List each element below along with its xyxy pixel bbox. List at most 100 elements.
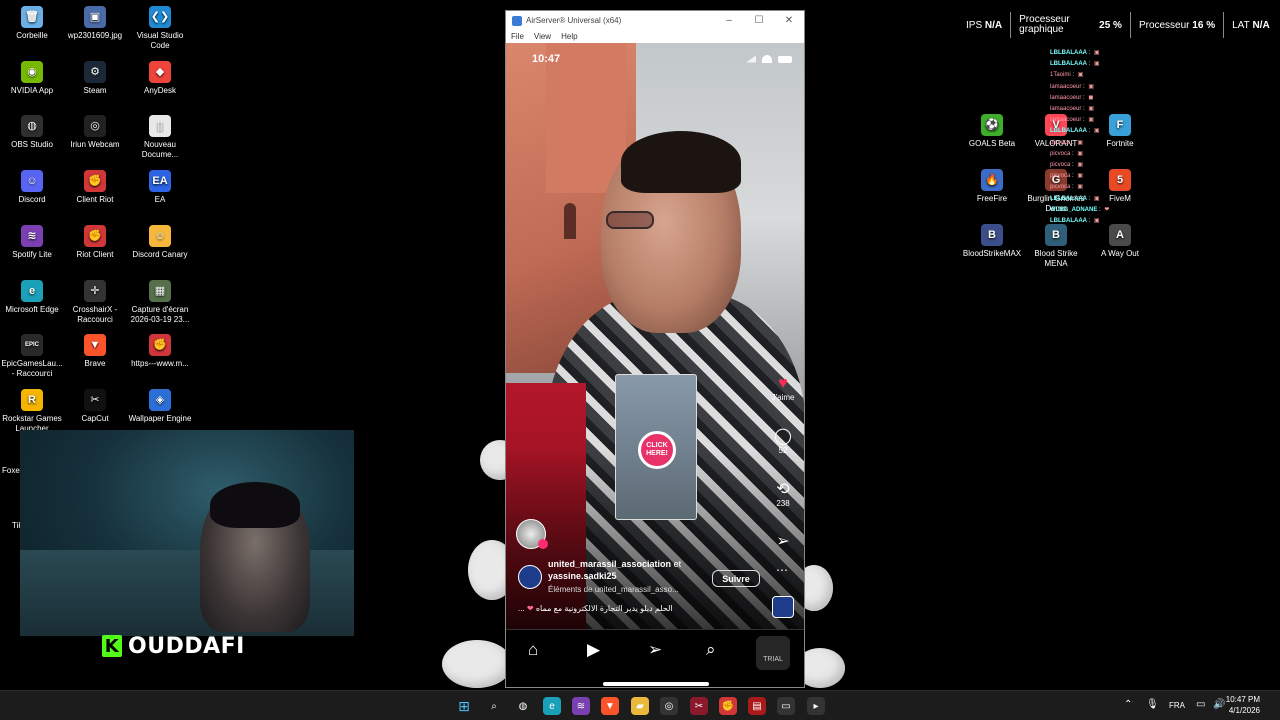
maximize-button[interactable]: ☐: [744, 15, 774, 26]
screenshot-file-icon: ▦: [149, 279, 171, 302]
chat-emote-icon: ▣: [1077, 72, 1084, 79]
menu-view[interactable]: View: [534, 32, 551, 41]
desktop-icon[interactable]: ❮❯ Visual Studio Code: [128, 6, 192, 51]
desktop-icon-label: Spotify Lite: [12, 249, 52, 259]
audio-thumbnail[interactable]: [772, 596, 794, 618]
capcut-icon[interactable]: ✂: [690, 697, 708, 715]
desktop-icon[interactable]: ☺ Discord Canary: [128, 224, 192, 260]
desktop-icon[interactable]: B Blood Strike MENA: [1024, 224, 1088, 269]
network-icon[interactable]: ▭: [1196, 699, 1205, 710]
airserver-app-icon: [512, 15, 522, 26]
desktop-icon[interactable]: ✊ Riot Client: [63, 224, 127, 260]
desktop-icon[interactable]: ⚙ Steam: [63, 60, 127, 96]
desktop-icon[interactable]: B BloodStrikeMAX: [960, 224, 1024, 259]
desktop-icon[interactable]: 🔥 FreeFire: [960, 169, 1024, 204]
search-icon[interactable]: ⌕: [485, 697, 503, 715]
heart-icon[interactable]: ♥: [768, 375, 798, 393]
desktop-icon[interactable]: ✊ https---www.m...: [128, 334, 192, 369]
desktop-icon[interactable]: ▯ Nouveau Docume...: [128, 115, 192, 160]
desktop-icon[interactable]: ◉ NVIDIA App: [0, 60, 64, 96]
stream-chat-overlay: LBLBALAAA : ▣ LBLBALAAA : ▣ 1Taoimi : ▣ lam…: [1050, 48, 1140, 227]
reel-video[interactable]: [506, 43, 804, 629]
file-explorer-icon[interactable]: ▰: [631, 697, 649, 715]
home-icon[interactable]: ⌂: [528, 640, 538, 660]
desktop-icon[interactable]: ☺ Discord: [0, 170, 64, 205]
chat-emote-icon: ▣: [1094, 218, 1100, 225]
desktop-icon[interactable]: ✊ Client Riot: [63, 170, 127, 205]
reel-caption[interactable]: ... ❤ الحلم ديلو يدير التجارة الالكتروني…: [518, 604, 673, 613]
chat-message: LBLBALAAA : ▣: [1050, 128, 1100, 135]
repost-icon[interactable]: ⟲: [768, 481, 798, 499]
brave-icon: ▼: [84, 334, 106, 357]
share-action[interactable]: ➢: [768, 533, 798, 551]
desktop-icon[interactable]: ▼ Brave: [63, 334, 127, 369]
streamer-hair: [210, 482, 300, 528]
desktop-icon[interactable]: ✂ CapCut: [63, 388, 127, 424]
windows-start-icon[interactable]: ⊞: [455, 697, 473, 715]
chrome-icon[interactable]: ◎: [660, 697, 678, 715]
bloodstrike-mena-icon: B: [1045, 224, 1067, 246]
close-button[interactable]: ✕: [774, 15, 804, 26]
desktop: 🗑 Corbeille ▣ wp2301609.jpg ❮❯ Visual Studio …: [0, 0, 1280, 720]
author-username[interactable]: united_marassil_association: [548, 559, 671, 569]
desktop-icon-label: https---www.m...: [131, 359, 189, 369]
clock-date: 4/1/2026: [1228, 706, 1260, 715]
add-follow-icon[interactable]: [538, 539, 548, 549]
menu-file[interactable]: File: [511, 32, 524, 41]
desktop-icon[interactable]: ▣ wp2301609.jpg: [63, 6, 127, 41]
airserver-window[interactable]: AirServer® Universal (x64) – ☐ ✕ File Vi…: [505, 10, 805, 688]
desktop-icon[interactable]: EPIC EpicGamesLau... - Raccourci: [0, 334, 64, 379]
riot-icon: ✊: [84, 224, 106, 247]
send-icon[interactable]: ➢: [768, 533, 798, 551]
phone-clock: 10:47: [532, 53, 561, 65]
desktop-icon[interactable]: ◆ AnyDesk: [128, 60, 192, 96]
home-indicator[interactable]: [603, 682, 709, 686]
direct-messages-icon[interactable]: ➢: [648, 640, 662, 660]
like-action[interactable]: ♥ J'aime: [768, 375, 798, 402]
desktop-icon[interactable]: ✛ CrosshairX - Raccourci: [63, 279, 127, 325]
desktop-icon[interactable]: 🗑 Corbeille: [0, 6, 64, 41]
comment-icon[interactable]: ◯: [768, 428, 798, 446]
desktop-icon[interactable]: ≋ Spotify Lite: [0, 224, 64, 260]
riot-icon[interactable]: ✊: [719, 697, 737, 715]
chevron-up-icon[interactable]: ⌃: [1124, 699, 1132, 710]
follow-button[interactable]: Suivre: [712, 570, 760, 587]
desktop-icon[interactable]: ⚽ GOALS Beta: [960, 114, 1024, 149]
stream-app-icon[interactable]: ▤: [748, 697, 766, 715]
search-icon[interactable]: ⌕: [706, 640, 716, 660]
separator: [1129, 12, 1131, 38]
desktop-icon[interactable]: ▦ Capture d'écran 2026-03-19 23...: [128, 279, 192, 325]
title-bar[interactable]: AirServer® Universal (x64) – ☐ ✕: [506, 11, 804, 30]
minimize-button[interactable]: –: [714, 15, 744, 26]
elements-line[interactable]: Éléments de united_marassil_asso...: [548, 585, 679, 594]
desktop-icon[interactable]: ◎ Iriun Webcam: [63, 115, 127, 150]
terminal-icon[interactable]: ▸: [807, 697, 825, 715]
more-options-icon[interactable]: ⋯: [776, 563, 788, 577]
desktop-icon[interactable]: ◈ Wallpaper Engine: [128, 388, 192, 424]
spotify-icon[interactable]: ≋: [572, 697, 590, 715]
streamer-brand: K OUDDAFI: [102, 633, 245, 659]
click-here-badge[interactable]: CLICK HERE!: [638, 431, 676, 469]
creator-avatar[interactable]: [516, 519, 548, 549]
obs-icon[interactable]: ◍: [514, 697, 532, 715]
repost-action[interactable]: ⟲ 238: [768, 481, 798, 508]
brave-icon[interactable]: ▼: [601, 697, 619, 715]
desktop-icon[interactable]: R Rockstar Games Launcher: [0, 388, 64, 434]
input-language[interactable]: FRA: [1169, 701, 1185, 710]
collab-avatar[interactable]: [518, 565, 542, 589]
ad-card[interactable]: CLICK HERE!: [615, 374, 697, 520]
microphone-icon[interactable]: 🎙: [1146, 699, 1159, 710]
desktop-icon[interactable]: EA EA: [128, 170, 192, 205]
desktop-icon[interactable]: e Microsoft Edge: [0, 279, 64, 315]
airserver-icon[interactable]: ▭: [777, 697, 795, 715]
desktop-icon-label: A Way Out: [1101, 249, 1139, 258]
desktop-icon[interactable]: ◍ OBS Studio: [0, 115, 64, 150]
taskbar-clock[interactable]: 10:47 PM 4/1/2026: [1226, 694, 1260, 716]
volume-icon[interactable]: 🔊: [1213, 699, 1225, 710]
menu-help[interactable]: Help: [561, 32, 577, 41]
comment-action[interactable]: ◯ 52: [768, 428, 798, 455]
reels-icon[interactable]: ▶: [587, 640, 600, 660]
desktop-icon[interactable]: A A Way Out: [1088, 224, 1152, 259]
edge-icon[interactable]: e: [543, 697, 561, 715]
collab-username[interactable]: yassine.sadki25: [548, 571, 617, 581]
